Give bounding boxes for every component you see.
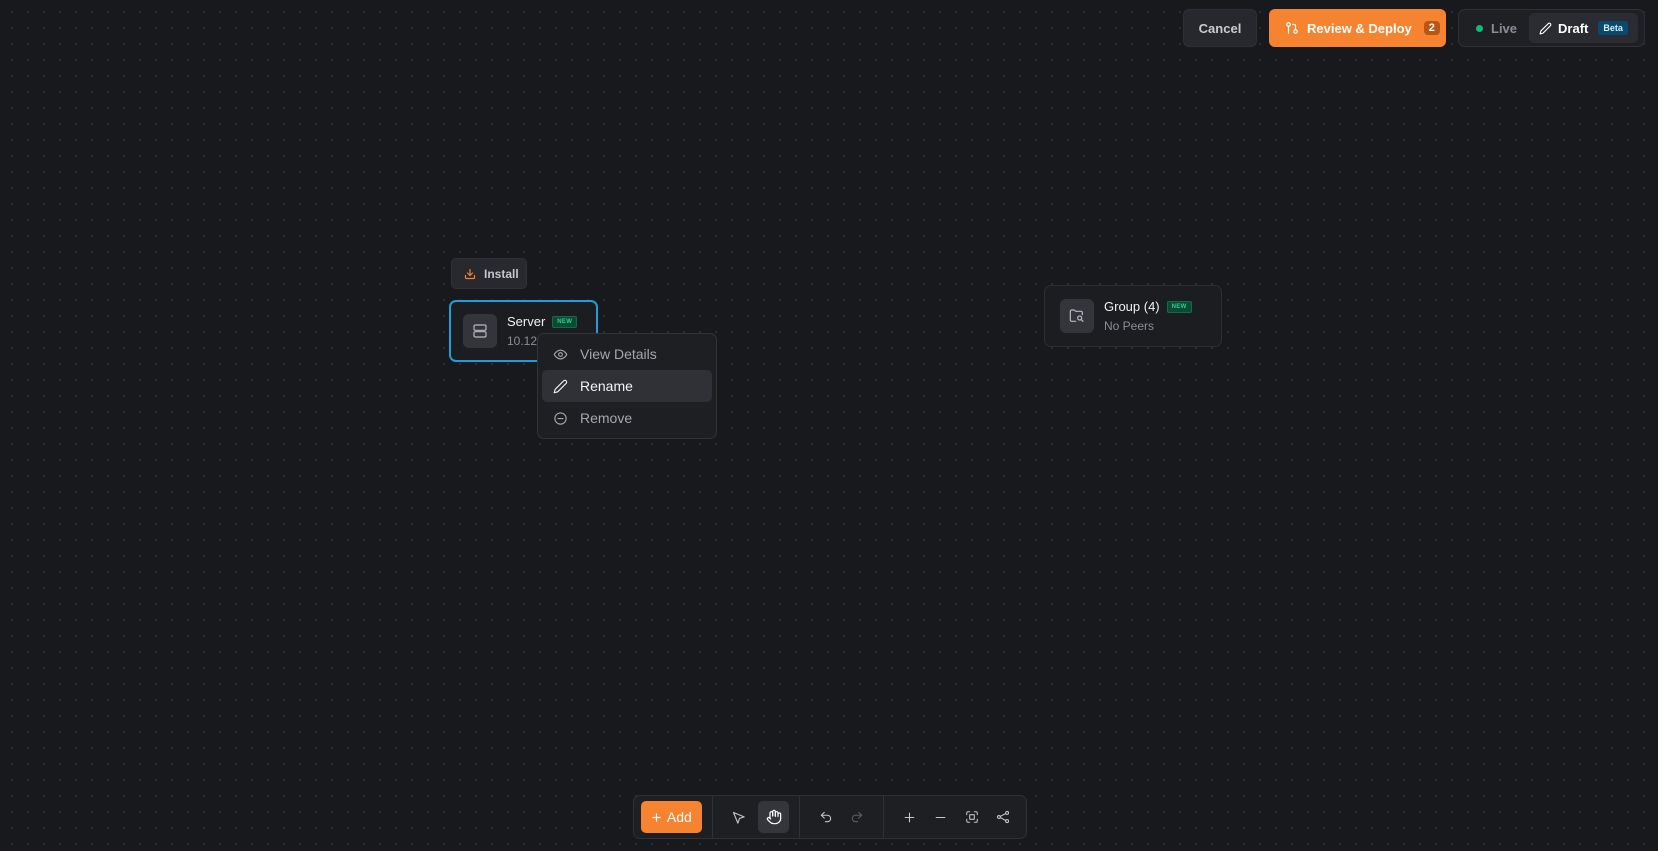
review-deploy-button[interactable]: Review & Deploy 2 bbox=[1269, 9, 1446, 47]
auto-layout-button[interactable] bbox=[988, 801, 1019, 833]
mode-draft-label: Draft bbox=[1558, 20, 1589, 36]
pencil-icon bbox=[553, 379, 568, 394]
git-pull-request-icon bbox=[1285, 21, 1299, 35]
zoom-out-button[interactable] bbox=[925, 801, 956, 833]
add-label: Add bbox=[666, 809, 692, 825]
menu-item-view-details[interactable]: View Details bbox=[542, 338, 712, 370]
server-icon bbox=[463, 314, 497, 348]
menu-item-label: Rename bbox=[580, 378, 633, 394]
eye-icon bbox=[553, 347, 568, 362]
menu-item-label: Remove bbox=[580, 410, 633, 426]
group-node-subtitle: No Peers bbox=[1104, 319, 1155, 333]
auto-layout-icon bbox=[996, 810, 1010, 824]
mode-live-tab[interactable]: Live bbox=[1462, 13, 1529, 43]
zoom-out-icon bbox=[934, 811, 947, 824]
new-badge: NEW bbox=[1166, 300, 1192, 313]
mode-draft-tab[interactable]: Draft Beta bbox=[1529, 13, 1638, 43]
beta-badge: Beta bbox=[1598, 21, 1628, 35]
menu-item-rename[interactable]: Rename bbox=[542, 370, 712, 402]
group-node-title-row: Group (4) NEW bbox=[1104, 299, 1192, 314]
install-button[interactable]: Install bbox=[451, 258, 527, 289]
plus-icon bbox=[651, 812, 662, 823]
menu-item-remove[interactable]: Remove bbox=[542, 402, 712, 434]
minus-circle-icon bbox=[553, 411, 568, 426]
pointer-icon bbox=[731, 810, 746, 825]
context-menu: View Details Rename Remove bbox=[537, 333, 717, 439]
zoom-in-button[interactable] bbox=[894, 801, 925, 833]
add-button[interactable]: Add bbox=[641, 801, 702, 833]
hand-tool-button[interactable] bbox=[757, 801, 790, 833]
group-node-text: Group (4) NEW No Peers bbox=[1104, 299, 1192, 333]
mode-live-label: Live bbox=[1491, 20, 1518, 36]
deploy-label: Review & Deploy bbox=[1307, 20, 1412, 36]
zoom-in-icon bbox=[903, 811, 916, 824]
live-status-dot bbox=[1476, 24, 1483, 32]
deploy-count-badge: 2 bbox=[1423, 21, 1440, 35]
redo-button[interactable] bbox=[842, 801, 873, 833]
install-label: Install bbox=[484, 266, 519, 281]
menu-item-label: View Details bbox=[580, 346, 657, 362]
group-node-title: Group (4) bbox=[1104, 299, 1160, 314]
group-node[interactable]: Group (4) NEW No Peers bbox=[1044, 285, 1222, 347]
pencil-icon bbox=[1539, 22, 1552, 35]
hand-icon bbox=[766, 809, 782, 825]
cancel-button[interactable]: Cancel bbox=[1183, 9, 1257, 47]
new-badge: NEW bbox=[552, 315, 578, 328]
toolbar-divider bbox=[711, 795, 713, 839]
canvas-toolbar: Add bbox=[633, 795, 1027, 839]
undo-button[interactable] bbox=[810, 801, 841, 833]
toolbar-divider bbox=[799, 795, 801, 839]
server-node-title-row: Server NEW bbox=[507, 314, 578, 329]
fit-view-button[interactable] bbox=[956, 801, 987, 833]
server-node-title: Server bbox=[507, 314, 546, 329]
undo-icon bbox=[819, 810, 833, 824]
pointer-tool-button[interactable] bbox=[723, 801, 754, 833]
download-icon bbox=[464, 268, 476, 280]
folder-search-icon bbox=[1060, 299, 1094, 333]
cancel-label: Cancel bbox=[1198, 20, 1242, 36]
fit-view-icon bbox=[965, 810, 979, 824]
redo-icon bbox=[850, 810, 864, 824]
mode-switch: Live Draft Beta bbox=[1458, 9, 1645, 47]
toolbar-divider bbox=[882, 795, 884, 839]
